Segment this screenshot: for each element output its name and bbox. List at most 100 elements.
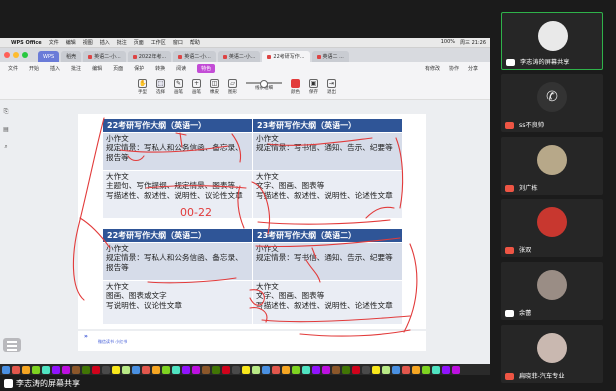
- hand-tool[interactable]: ✋ 手型: [138, 78, 147, 95]
- tab-document[interactable]: 2022年考...: [127, 51, 172, 62]
- mac-menu-file[interactable]: 文件: [49, 39, 59, 46]
- dock-app-icon[interactable]: [272, 365, 280, 374]
- participant-tile[interactable]: 张双: [501, 199, 603, 257]
- dock-app-icon[interactable]: [252, 365, 260, 374]
- dock-app-icon[interactable]: [92, 365, 100, 374]
- dock-app-icon[interactable]: [312, 365, 320, 374]
- dock-app-icon[interactable]: [362, 365, 370, 374]
- pen-tool[interactable]: ✎ 画笔: [174, 78, 183, 95]
- dock-app-icon[interactable]: [72, 365, 80, 374]
- dock-app-icon[interactable]: [422, 365, 430, 374]
- ribbon-insert[interactable]: 插入: [50, 65, 60, 72]
- dock-app-icon[interactable]: [12, 365, 20, 374]
- dock-app-icon[interactable]: [212, 365, 220, 374]
- dock-app-icon[interactable]: [302, 365, 310, 374]
- dock-app-icon[interactable]: [442, 365, 450, 374]
- dock-app-icon[interactable]: [342, 365, 350, 374]
- dock-app-icon[interactable]: [232, 365, 240, 374]
- modified-indicator[interactable]: 有修改: [425, 65, 440, 72]
- ribbon-read[interactable]: 阅读: [176, 65, 186, 72]
- dock-app-icon[interactable]: [22, 365, 30, 374]
- dock-app-icon[interactable]: [222, 365, 230, 374]
- dock-app-icon[interactable]: [202, 365, 210, 374]
- dock-app-icon[interactable]: [42, 365, 50, 374]
- dock-app-icon[interactable]: [172, 365, 180, 374]
- dock-app-icon[interactable]: [162, 365, 170, 374]
- save-tool[interactable]: ▣ 保存: [309, 78, 318, 95]
- shape-tool[interactable]: ▱ 图形: [228, 78, 237, 95]
- dock-app-icon[interactable]: [242, 365, 250, 374]
- tab-docer[interactable]: 稻壳: [61, 51, 82, 62]
- tab-document[interactable]: 英语二-小...: [173, 51, 216, 62]
- thumbnail-icon[interactable]: ▤: [3, 126, 9, 133]
- ribbon-file[interactable]: 文件: [8, 65, 18, 72]
- mac-menu-help[interactable]: 帮助: [190, 39, 200, 46]
- dock-app-icon[interactable]: [262, 365, 270, 374]
- participant-tile[interactable]: 扁晓菲-汽车专业: [501, 325, 603, 383]
- ribbon-comment[interactable]: 批注: [71, 65, 81, 72]
- mac-menu-edit[interactable]: 编辑: [66, 39, 76, 46]
- dock-app-icon[interactable]: [322, 365, 330, 374]
- dock-app-icon[interactable]: [122, 365, 130, 374]
- mac-menu-insert[interactable]: 插入: [100, 39, 110, 46]
- dock-app-icon[interactable]: [402, 365, 410, 374]
- ribbon-convert[interactable]: 转换: [155, 65, 165, 72]
- dock-app-icon[interactable]: [452, 365, 460, 374]
- ribbon-page[interactable]: 页面: [113, 65, 123, 72]
- participant-tile[interactable]: 余蕾: [501, 262, 603, 320]
- line-width-slider[interactable]: [246, 80, 282, 88]
- select-tool[interactable]: ⬚ 选择: [156, 78, 165, 95]
- mac-menu-workspace[interactable]: 工作区: [151, 39, 166, 46]
- zoom-window-button[interactable]: [22, 52, 28, 58]
- mac-menu-window[interactable]: 窗口: [173, 39, 183, 46]
- mac-menu-view[interactable]: 视图: [83, 39, 93, 46]
- bookmark-icon[interactable]: ⎘: [4, 108, 9, 116]
- dock-app-icon[interactable]: [52, 365, 60, 374]
- participant-tile[interactable]: 刘广栋: [501, 137, 603, 195]
- collaborate-button[interactable]: 协作: [449, 65, 459, 72]
- dock-app-icon[interactable]: [32, 365, 40, 374]
- ribbon-start[interactable]: 开始: [29, 65, 39, 72]
- dock-app-icon[interactable]: [282, 365, 290, 374]
- dock-app-icon[interactable]: [372, 365, 380, 374]
- dock-app-icon[interactable]: [2, 365, 10, 374]
- dock-app-icon[interactable]: [132, 365, 140, 374]
- mac-app-name[interactable]: WPS Office: [11, 40, 42, 46]
- share-button[interactable]: 分享: [468, 65, 478, 72]
- dock-app-icon[interactable]: [102, 365, 110, 374]
- tab-document[interactable]: 英语二-小...: [217, 51, 261, 62]
- exit-tool[interactable]: ⇥ 退出: [327, 78, 336, 95]
- dock-app-icon[interactable]: [112, 365, 120, 374]
- eraser-tool[interactable]: ◫ 橡皮: [210, 78, 219, 95]
- outline-toggle-button[interactable]: [3, 338, 21, 352]
- ribbon-protect[interactable]: 保护: [134, 65, 144, 72]
- dock-app-icon[interactable]: [432, 365, 440, 374]
- minimize-window-button[interactable]: [13, 52, 19, 58]
- close-window-button[interactable]: [4, 52, 10, 58]
- color-tool[interactable]: 颜色: [291, 78, 300, 95]
- dock-app-icon[interactable]: [192, 365, 200, 374]
- dock-app-icon[interactable]: [392, 365, 400, 374]
- dock-app-icon[interactable]: [332, 365, 340, 374]
- dock-app-icon[interactable]: [182, 365, 190, 374]
- tab-document-active[interactable]: 22考研写作...: [262, 51, 310, 62]
- dock-app-icon[interactable]: [352, 365, 360, 374]
- draw-tool[interactable]: + 画笔: [192, 78, 201, 95]
- ribbon-feature-active[interactable]: 特色: [197, 63, 216, 73]
- dock-app-icon[interactable]: [412, 365, 420, 374]
- dock-app-icon[interactable]: [292, 365, 300, 374]
- participant-tile[interactable]: 李志涛的屏幕共享: [501, 12, 603, 70]
- ribbon-edit[interactable]: 编辑: [92, 65, 102, 72]
- tab-document[interactable]: 英语二 ...: [311, 51, 349, 62]
- dock-app-icon[interactable]: [142, 365, 150, 374]
- mac-menu-page[interactable]: 页面: [134, 39, 144, 46]
- dock-app-icon[interactable]: [82, 365, 90, 374]
- dock-app-icon[interactable]: [62, 365, 70, 374]
- participant-tile[interactable]: ✆ ss不良帅: [501, 74, 603, 132]
- dock-app-icon[interactable]: [152, 365, 160, 374]
- search-icon[interactable]: ⌕: [4, 143, 7, 151]
- mac-menu-comment[interactable]: 批注: [117, 39, 127, 46]
- line-width-tool[interactable]: 线条粗细: [246, 80, 282, 91]
- tab-wps-home[interactable]: WPS: [38, 51, 60, 62]
- dock-app-icon[interactable]: [382, 365, 390, 374]
